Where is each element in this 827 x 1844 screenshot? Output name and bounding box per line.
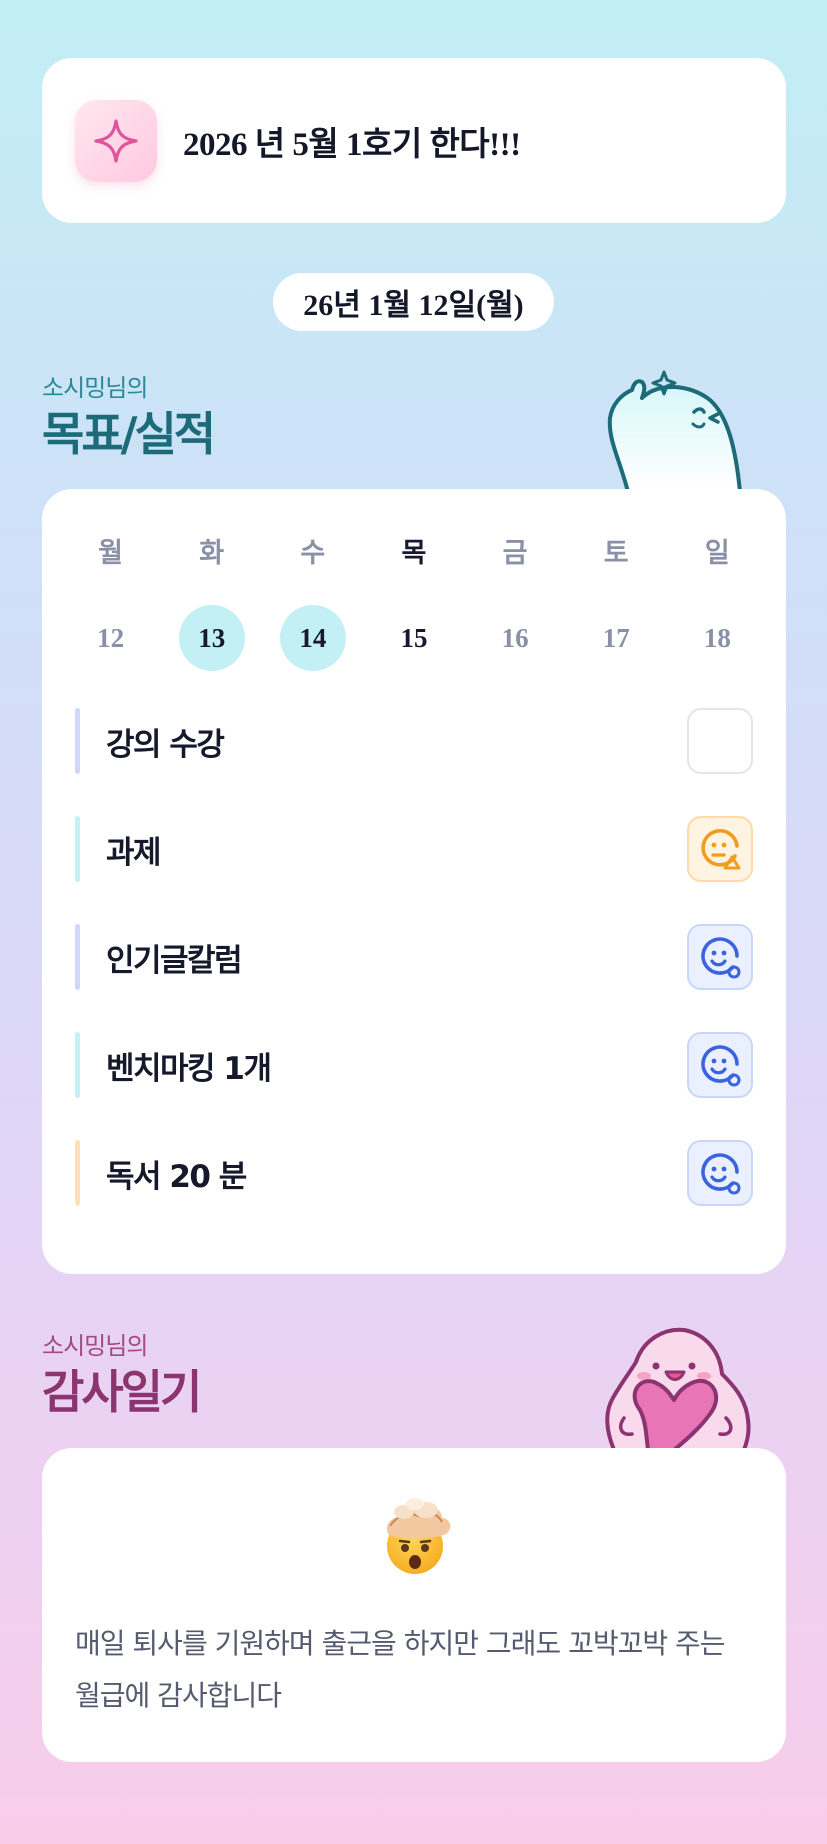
goal-row: 인기글칼럼 xyxy=(75,924,753,990)
goal-label: 벤치마킹 1개 xyxy=(106,1050,272,1087)
day-sun[interactable]: 일 18 xyxy=(667,533,768,671)
goals-section-title: 목표/실적 xyxy=(42,407,216,461)
smile-face-icon xyxy=(701,937,741,979)
goal-color-bar xyxy=(75,708,80,774)
day-name: 월 xyxy=(98,538,123,568)
day-sat[interactable]: 토 17 xyxy=(566,533,667,671)
day-mon[interactable]: 월 12 xyxy=(60,533,161,671)
gratitude-card[interactable]: 매일 퇴사를 기원하며 출근을 하지만 그래도 꼬박꼬박 주는 월급에 감사합니… xyxy=(42,1448,786,1762)
goal-status-checkbox[interactable] xyxy=(687,1140,753,1206)
gratitude-text: 매일 퇴사를 기원하며 출근을 하지만 그래도 꼬박꼬박 주는 월급에 감사합니… xyxy=(75,1627,726,1712)
gratitude-section-title: 감사일기 xyxy=(42,1365,202,1419)
day-number-completed: 13 xyxy=(178,605,245,671)
sparkle-icon xyxy=(75,99,157,182)
day-name: 일 xyxy=(704,538,730,568)
goal-status-checkbox[interactable] xyxy=(687,708,753,774)
day-name-today: 목 xyxy=(401,538,427,568)
goal-color-bar xyxy=(75,924,80,990)
day-number: 18 xyxy=(703,622,731,653)
goal-label: 과제 xyxy=(106,834,162,871)
day-number: 16 xyxy=(501,622,529,653)
exploding-head-icon xyxy=(386,1498,451,1574)
goal-row: 강의 수강 xyxy=(75,708,753,774)
day-name: 화 xyxy=(199,538,225,568)
goal-color-bar xyxy=(75,1032,80,1098)
goal-row: 독서 20 분 xyxy=(75,1140,753,1206)
day-name: 토 xyxy=(603,538,629,568)
goal-status-checkbox[interactable] xyxy=(687,816,753,882)
goals-card: 월 12 화 13 수 14 목 15 금 16 토 17 일 18 강의 수강… xyxy=(42,489,786,1274)
day-name: 금 xyxy=(502,538,528,568)
date-selector[interactable]: 26년 1월 12일(월) xyxy=(273,273,554,331)
goal-status-checkbox[interactable] xyxy=(687,924,753,990)
day-number: 17 xyxy=(602,622,630,653)
week-calendar: 월 12 화 13 수 14 목 15 금 16 토 17 일 18 xyxy=(42,533,786,671)
goal-label: 강의 수강 xyxy=(106,726,225,763)
goal-banner[interactable]: 2026 년 5월 1호기 한다!!! xyxy=(42,58,786,223)
day-fri[interactable]: 금 16 xyxy=(465,533,566,671)
goal-status-checkbox[interactable] xyxy=(687,1032,753,1098)
day-number-today: 15 xyxy=(400,622,428,653)
mascot-thumbs-up-icon xyxy=(607,370,742,492)
smile-face-icon xyxy=(701,1045,741,1087)
smile-face-icon xyxy=(701,1153,741,1195)
mascot-heart-icon xyxy=(605,1327,751,1450)
goal-banner-text: 2026 년 5월 1호기 한다!!! xyxy=(183,126,521,163)
partial-face-icon xyxy=(701,829,741,870)
goal-label: 인기글칼럼 xyxy=(106,942,243,979)
day-tue[interactable]: 화 13 xyxy=(161,533,262,671)
goal-label: 독서 20 분 xyxy=(106,1158,247,1195)
day-number-completed: 14 xyxy=(279,605,346,671)
day-thu[interactable]: 목 15 xyxy=(363,533,464,671)
goal-color-bar xyxy=(75,816,80,882)
day-number: 12 xyxy=(97,622,125,653)
goal-row: 과제 xyxy=(75,816,753,882)
day-name: 수 xyxy=(300,538,326,568)
goal-color-bar xyxy=(75,1140,80,1206)
day-wed[interactable]: 수 14 xyxy=(262,533,363,671)
goal-row: 벤치마킹 1개 xyxy=(75,1032,753,1098)
